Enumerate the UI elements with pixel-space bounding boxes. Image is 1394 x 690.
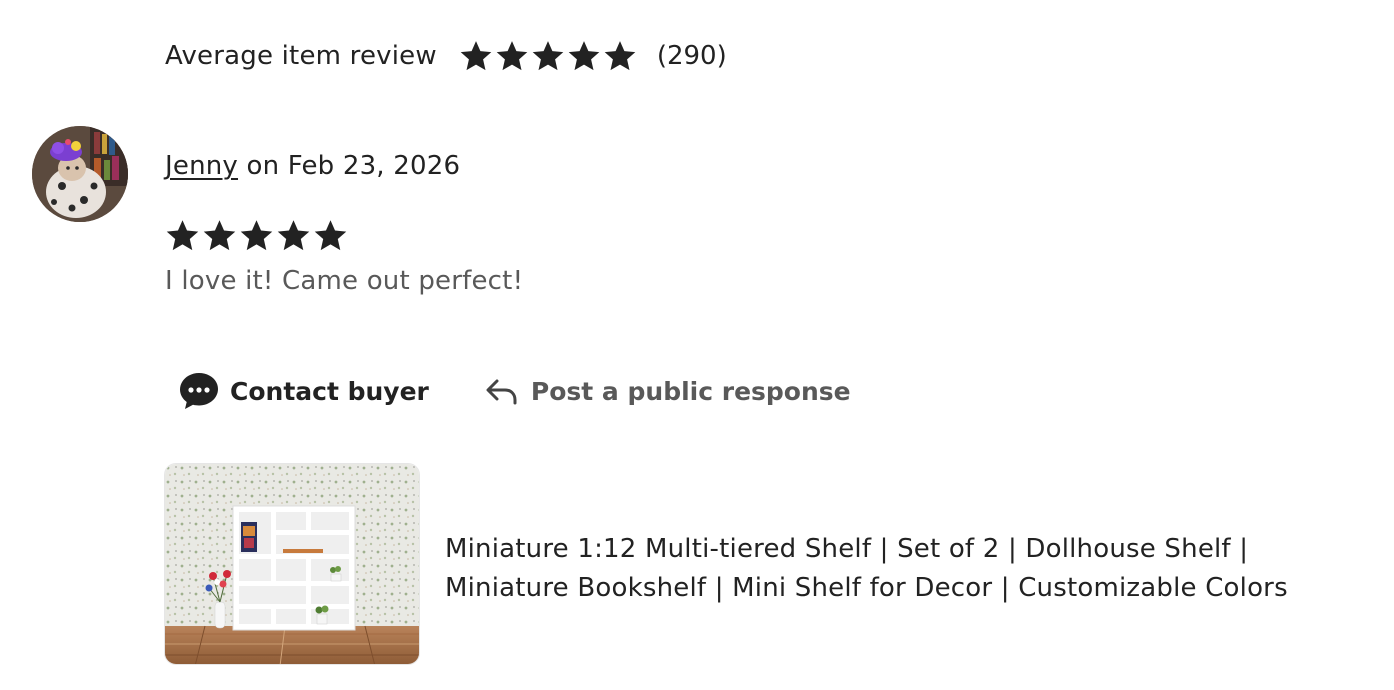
listing-thumbnail[interactable] [164, 463, 420, 665]
reply-arrow-icon [486, 379, 517, 405]
review-count: (290) [656, 41, 727, 71]
chat-bubble-icon [180, 373, 218, 409]
review-page: Average item review (290) Jenny on Feb 2… [0, 0, 1394, 690]
review-date: on Feb 23, 2026 [238, 151, 461, 181]
review-actions: Contact buyer Post a public response [178, 368, 851, 414]
contact-buyer-label: Contact buyer [230, 376, 429, 406]
contact-buyer-button[interactable]: Contact buyer [178, 370, 429, 412]
listing-title-link[interactable]: Miniature 1:12 Multi-tiered Shelf | Set … [445, 530, 1345, 608]
star-icon [496, 41, 528, 71]
reviewer-name-link[interactable]: Jenny [165, 151, 238, 181]
star-icon [532, 41, 564, 71]
star-icon [240, 220, 273, 251]
average-rating-stars [459, 39, 639, 73]
star-icon [203, 220, 236, 251]
star-icon [460, 41, 492, 71]
review-rating-stars [165, 218, 350, 253]
review-text: I love it! Came out perfect! [165, 266, 524, 296]
reviewer-avatar[interactable] [32, 126, 128, 222]
star-icon [166, 220, 199, 251]
average-review-label: Average item review [165, 41, 437, 71]
post-public-response-label: Post a public response [530, 376, 851, 406]
avatar-image [32, 126, 128, 222]
post-public-response-button[interactable]: Post a public response [483, 372, 851, 410]
star-icon [277, 220, 310, 251]
star-icon [314, 220, 347, 251]
star-icon [568, 41, 600, 71]
average-review-summary: Average item review (290) [165, 34, 727, 78]
shelf-product-image [165, 464, 419, 664]
star-icon [604, 41, 636, 71]
reviewer-line: Jenny on Feb 23, 2026 [165, 151, 460, 181]
